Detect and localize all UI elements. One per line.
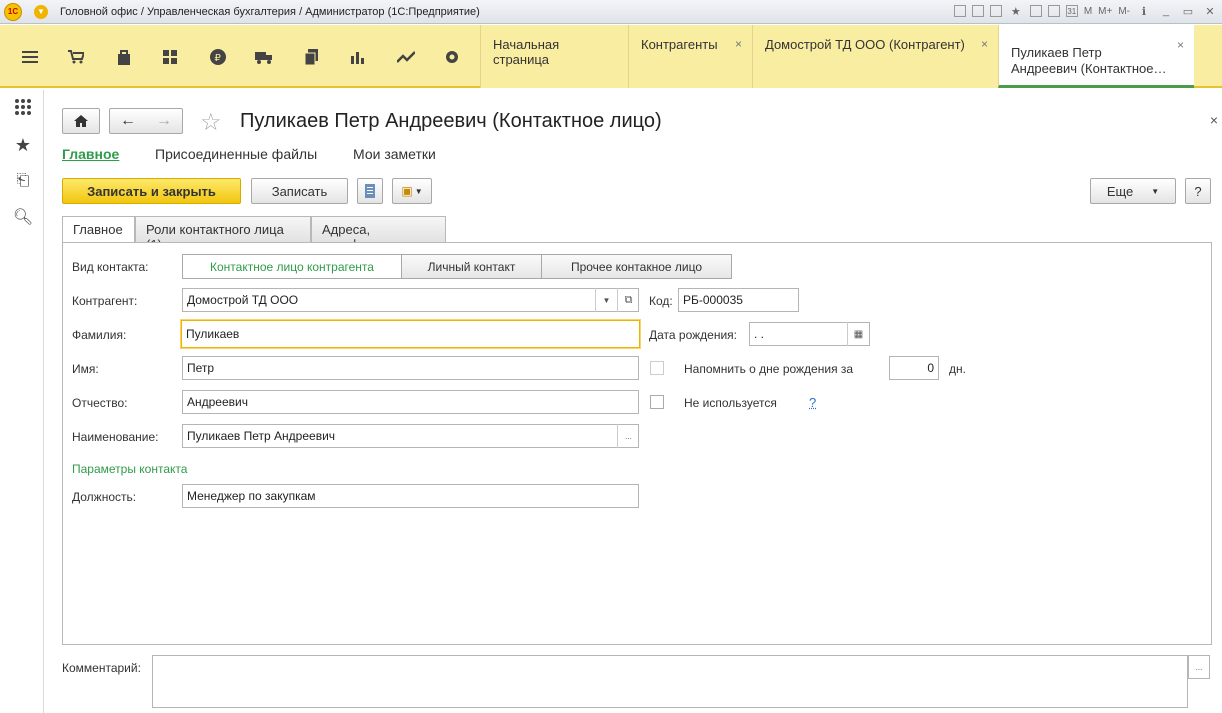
nav-buttons: ← → (109, 108, 183, 134)
app-logo-icon[interactable]: 1С (4, 2, 22, 21)
more-button[interactable]: Еще ▼ (1090, 178, 1176, 204)
comment-field[interactable] (152, 655, 1188, 708)
patronymic-field[interactable]: Андреевич (182, 390, 639, 414)
not-used-checkbox[interactable] (650, 395, 664, 409)
left-toolbar: ★ ⎗ 🔍︎ (0, 90, 44, 713)
preview-icon[interactable] (989, 5, 1002, 17)
cart-icon[interactable] (54, 25, 98, 88)
surname-label: Фамилия: (72, 328, 127, 342)
apps-grid-icon[interactable] (12, 96, 34, 118)
comment-label: Комментарий: (62, 661, 141, 675)
back-arrow-icon[interactable]: ← (120, 112, 136, 130)
restore-icon[interactable]: ▭ (1180, 3, 1196, 19)
comment-ellipsis-button[interactable]: ... (1188, 655, 1210, 679)
position-label: Должность: (72, 490, 137, 504)
counterparty-field[interactable]: Домострой ТД ООО (182, 288, 639, 312)
calculator-icon[interactable] (1047, 5, 1060, 17)
contact-type-personal[interactable]: Личный контакт (401, 254, 542, 279)
nav-main[interactable]: Главное (62, 146, 119, 162)
create-based-on-icon: ▣ (401, 184, 413, 198)
chevron-down-icon: ▼ (414, 186, 423, 196)
chevron-down-icon: ▼ (1151, 186, 1160, 196)
ruble-icon[interactable]: ₽ (196, 25, 240, 88)
truck-icon[interactable] (242, 25, 286, 88)
tab-main[interactable]: Главное (62, 216, 135, 243)
search-icon[interactable]: 🔍︎ (12, 206, 34, 228)
code-label: Код: (649, 294, 673, 308)
save-button[interactable]: Записать (251, 178, 348, 204)
docs-icon[interactable] (290, 25, 334, 88)
remind-birthday-label: Напомнить о дне рождения за (684, 362, 854, 376)
contact-type-counterparty[interactable]: Контактное лицо контрагента (182, 254, 402, 279)
bag-icon[interactable] (102, 25, 146, 88)
help-button[interactable]: ? (1185, 178, 1211, 204)
memory-plus-button[interactable]: M+ (1098, 3, 1112, 19)
code-field[interactable]: РБ-000035 (678, 288, 799, 312)
close-tab-icon[interactable]: × (735, 37, 742, 51)
favorites-star-icon[interactable]: ★ (12, 134, 34, 156)
save-and-close-button[interactable]: Записать и закрыть (62, 178, 241, 204)
save-icon[interactable] (953, 5, 966, 17)
page-title: Пуликаев Петр Андреевич (Контактное лицо… (240, 110, 662, 132)
chart-icon[interactable] (336, 25, 380, 88)
birthdate-label: Дата рождения: (649, 328, 737, 342)
history-icon[interactable] (1029, 5, 1042, 17)
history-icon[interactable]: ⎗ (12, 170, 34, 192)
calendar-icon[interactable]: 31 (1065, 5, 1078, 17)
contact-type-other[interactable]: Прочее контакное лицо (541, 254, 732, 279)
print-icon[interactable] (971, 5, 984, 17)
tab-roles[interactable]: Роли контактного лица (1) (135, 216, 311, 252)
sections-panel: ₽ Начальная страница Контрагенты × Домост… (0, 25, 1222, 88)
forward-arrow-icon[interactable]: → (156, 112, 172, 130)
favorite-star-icon[interactable]: ☆ (200, 108, 222, 137)
patronymic-label: Отчество: (72, 396, 128, 410)
tab-counterparty-domostroy[interactable]: Домострой ТД ООО (Контрагент) × (752, 25, 998, 88)
close-tab-icon[interactable]: × (981, 37, 988, 51)
open-icon[interactable]: ⧉ (617, 288, 639, 312)
contact-type-label: Вид контакта: (72, 260, 149, 274)
tab-contact-person[interactable]: Пуликаев Петр Андреевич (Контактное… × (998, 25, 1194, 88)
tab-home[interactable]: Начальная страница (480, 25, 628, 88)
not-used-label: Не используется (684, 396, 777, 410)
gear-icon[interactable] (430, 25, 474, 88)
nav-attached-files[interactable]: Присоединенные файлы (155, 146, 317, 162)
calendar-icon[interactable]: ▦ (847, 322, 869, 346)
report-icon[interactable] (357, 178, 383, 204)
memory-minus-button[interactable]: M- (1118, 3, 1130, 19)
remind-days-field[interactable]: 0 (889, 356, 939, 380)
svg-text:₽: ₽ (215, 53, 222, 64)
minimize-icon[interactable]: _ (1158, 3, 1174, 19)
remind-birthday-checkbox[interactable] (650, 361, 664, 375)
nav-my-notes[interactable]: Мои заметки (353, 146, 436, 162)
days-label: дн. (949, 362, 966, 376)
tab-counterparties[interactable]: Контрагенты × (628, 25, 752, 88)
name-label: Имя: (72, 362, 99, 376)
position-field[interactable]: Менеджер по закупкам (182, 484, 639, 508)
close-window-icon[interactable]: ✕ (1202, 3, 1218, 19)
create-based-on-button[interactable]: ▣ ▼ (392, 178, 432, 204)
close-form-icon[interactable]: × (1210, 112, 1218, 128)
chevron-down-icon[interactable]: ▼ (595, 288, 617, 312)
fullname-label: Наименование: (72, 430, 159, 444)
tab-addresses[interactable]: Адреса, телефоны (311, 216, 446, 252)
window-titlebar: 1С ▼ Головной офис / Управленческая бухг… (0, 0, 1222, 24)
grid-icon[interactable] (148, 25, 192, 88)
favorites-icon[interactable]: ★ (1008, 3, 1024, 19)
help-link[interactable]: ? (809, 395, 816, 410)
fullname-field[interactable]: Пуликаев Петр Андреевич (182, 424, 639, 448)
main-menu-icon[interactable]: ▼ (34, 4, 48, 19)
surname-field[interactable]: Пуликаев (181, 320, 640, 348)
memory-m-button[interactable]: M (1084, 3, 1092, 19)
select-ellipsis-button[interactable]: ... (617, 424, 639, 448)
menu-icon[interactable] (8, 25, 52, 88)
contact-params-header: Параметры контакта (72, 462, 188, 476)
close-tab-icon[interactable]: × (1177, 37, 1184, 53)
window-title: Головной офис / Управленческая бухгалтер… (60, 5, 480, 18)
trend-icon[interactable] (384, 25, 428, 88)
info-icon[interactable]: ℹ (1136, 3, 1152, 19)
home-button[interactable] (62, 108, 100, 134)
counterparty-label: Контрагент: (72, 294, 138, 308)
name-field[interactable]: Петр (182, 356, 639, 380)
